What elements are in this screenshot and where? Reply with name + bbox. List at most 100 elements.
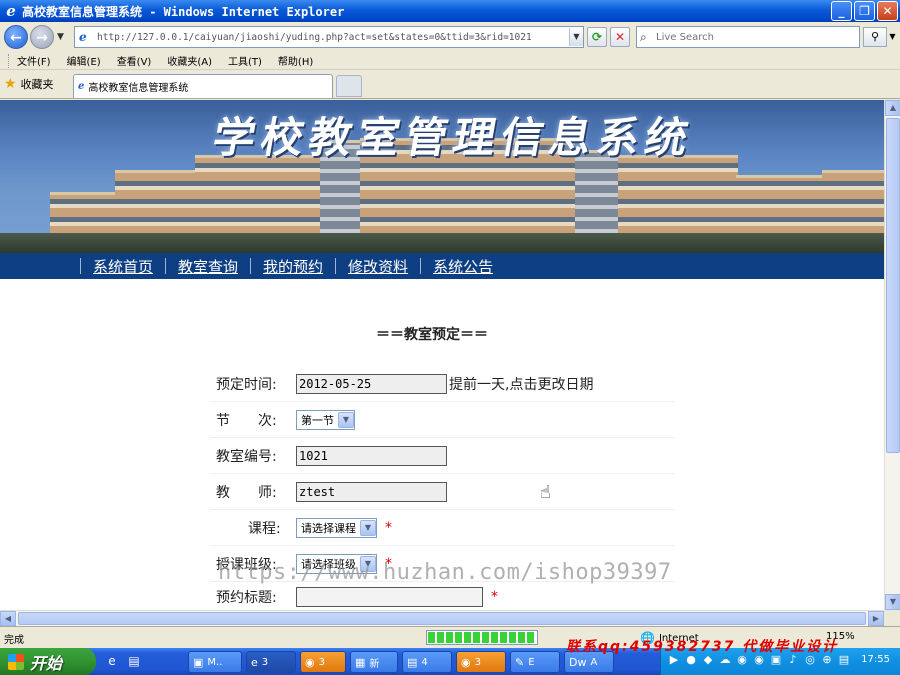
scroll-left-icon[interactable]: ◀ <box>0 611 16 626</box>
required-mark: * <box>491 588 498 605</box>
search-box[interactable]: ⌕ <box>636 26 860 48</box>
course-selected: 请选择课程 <box>301 521 356 535</box>
taskbar-item[interactable]: ◉ 3 <box>300 651 346 673</box>
ie-icon[interactable]: e <box>104 653 120 669</box>
menu-bar: 文件(F) 编辑(E) 查看(V) 收藏夹(A) 工具(T) 帮助(H) <box>0 52 900 70</box>
scroll-right-icon[interactable]: ▶ <box>868 611 884 626</box>
taskbar-item[interactable]: ✎ E <box>510 651 560 673</box>
nav-classroom-search[interactable]: 教室查询 <box>178 256 238 277</box>
subject-input[interactable] <box>296 586 483 607</box>
hand-cursor-icon: ☝ <box>540 482 551 503</box>
new-tab-button[interactable] <box>336 75 362 97</box>
window-titlebar[interactable]: e 高校教室信息管理系统 - Windows Internet Explorer… <box>0 0 900 22</box>
start-label: 开始 <box>30 653 63 673</box>
quick-launch: e ▤ <box>104 653 142 669</box>
scrollbar-corner <box>884 610 900 626</box>
required-mark: * <box>385 519 392 536</box>
progress-fill <box>428 632 536 643</box>
tray-icon[interactable]: ▤ <box>837 653 851 667</box>
back-button[interactable]: ← <box>4 25 28 49</box>
maximize-button[interactable]: ❐ <box>854 1 875 21</box>
menu-edit[interactable]: 编辑(E) <box>67 53 101 68</box>
refresh-button[interactable]: ⟳ <box>587 27 607 47</box>
vertical-scrollbar[interactable]: ▲ ▼ <box>884 100 900 610</box>
period-select[interactable]: 第一节 ▼ <box>296 409 355 430</box>
ie-icon: e <box>6 2 16 20</box>
menu-tools[interactable]: 工具(T) <box>228 53 262 68</box>
favorites-button[interactable]: ★ 收藏夹 <box>4 76 54 92</box>
page-icon: e <box>79 30 87 44</box>
date-hint-link[interactable]: 提前一天,点击更改日期 <box>449 374 593 394</box>
close-button[interactable]: ✕ <box>877 1 898 21</box>
taskbar-item[interactable]: e3 <box>246 651 296 673</box>
row-subject: 预约标题: * <box>210 582 675 610</box>
menu-file[interactable]: 文件(F) <box>17 53 51 68</box>
toolbar-grip <box>8 53 11 68</box>
window-controls: _ ❐ ✕ <box>831 1 898 21</box>
tab-page-icon: e <box>78 81 85 92</box>
site-banner-title: 学校教室管理信息系统 <box>209 113 698 162</box>
address-bar[interactable]: e http://127.0.0.1/caiyuan/jiaoshi/yudin… <box>74 26 584 48</box>
horizontal-scroll-thumb[interactable] <box>18 612 866 625</box>
nav-home[interactable]: 系统首页 <box>93 256 153 277</box>
vertical-scroll-thumb[interactable] <box>886 118 900 453</box>
nav-edit-profile[interactable]: 修改资料 <box>348 256 408 277</box>
course-label: 课程: <box>248 520 281 537</box>
search-button[interactable]: ⚲ <box>863 27 887 47</box>
course-select[interactable]: 请选择课程 ▼ <box>296 517 377 538</box>
folder-icon[interactable]: ▤ <box>126 653 142 669</box>
nav-announcements[interactable]: 系统公告 <box>433 256 493 277</box>
page-viewport: 学校教室管理信息系统 系统首页 教室查询 我的预约 修改资料 系统公告 ＝＝教室… <box>0 100 884 610</box>
chevron-down-icon: ▼ <box>360 519 376 536</box>
address-dropdown-icon[interactable]: ▼ <box>569 28 583 46</box>
clock[interactable]: 17:55 <box>861 654 890 665</box>
room-number-field[interactable]: 1021 <box>296 445 447 466</box>
windows-logo-icon <box>8 653 24 670</box>
search-input[interactable] <box>656 31 846 43</box>
dreamweaver-icon: Dw <box>569 655 587 669</box>
horizontal-scrollbar[interactable]: ◀ ▶ <box>0 610 884 626</box>
teacher-label: 教 师: <box>216 484 277 501</box>
ie-icon: e <box>251 655 258 669</box>
row-date: 预定时间: 2012-05-25 提前一天,点击更改日期 <box>210 366 675 402</box>
chevron-down-icon: ▼ <box>338 411 354 428</box>
date-field[interactable]: 2012-05-25 <box>296 373 447 394</box>
qq-icon: ◉ <box>461 655 471 669</box>
minimize-button[interactable]: _ <box>831 1 852 21</box>
notepad-icon: ▦ <box>355 655 366 669</box>
row-room: 教室编号: 1021 <box>210 438 675 474</box>
scroll-up-icon[interactable]: ▲ <box>885 100 900 116</box>
stop-button[interactable]: ✕ <box>610 27 630 47</box>
form-title: ＝＝教室预定＝＝ <box>376 327 488 343</box>
status-text: 完成 <box>4 635 24 646</box>
taskbar-item[interactable]: ▦ 新 <box>350 651 398 673</box>
teacher-field[interactable]: ztest <box>296 481 447 502</box>
period-selected: 第一节 <box>301 413 334 427</box>
history-dropdown-icon[interactable]: ▼ <box>57 32 64 42</box>
start-button[interactable]: 开始 <box>0 648 96 675</box>
room-label: 教室编号: <box>216 448 277 465</box>
taskbar-item[interactable]: ▣ M.. <box>188 651 242 673</box>
menu-help[interactable]: 帮助(H) <box>278 53 313 68</box>
menu-view[interactable]: 查看(V) <box>117 53 152 68</box>
taskbar-item[interactable]: ◉ 3 <box>456 651 506 673</box>
menu-favorites[interactable]: 收藏夹(A) <box>167 53 212 68</box>
site-banner: 学校教室管理信息系统 <box>0 100 884 253</box>
tab-current[interactable]: e 高校教室信息管理系统 <box>73 74 333 98</box>
address-url[interactable]: http://127.0.0.1/caiyuan/jiaoshi/yuding.… <box>97 32 569 43</box>
tab-bar: ★ 收藏夹 e 高校教室信息管理系统 <box>0 71 900 99</box>
site-nav: 系统首页 教室查询 我的预约 修改资料 系统公告 <box>0 253 884 279</box>
subject-label: 预约标题: <box>216 589 277 606</box>
contact-overlay: 联系qq:459382737 代做毕业设计 <box>566 639 839 655</box>
browser-navigation-bar: ← → ▼ e http://127.0.0.1/caiyuan/jiaoshi… <box>0 22 900 52</box>
scroll-down-icon[interactable]: ▼ <box>885 594 900 610</box>
forward-button[interactable]: → <box>30 25 54 49</box>
search-provider-icon: ⌕ <box>640 29 647 44</box>
taskbar-item[interactable]: ▤ 4 <box>402 651 452 673</box>
star-icon: ★ <box>4 76 17 92</box>
window-title: 高校教室信息管理系统 - Windows Internet Explorer <box>22 4 345 19</box>
row-teacher: 教 师: ztest <box>210 474 675 510</box>
nav-my-reservations[interactable]: 我的预约 <box>263 256 323 277</box>
row-course: 课程: 请选择课程 ▼ * <box>210 510 675 546</box>
search-options-dropdown-icon[interactable]: ▼ <box>887 27 898 47</box>
